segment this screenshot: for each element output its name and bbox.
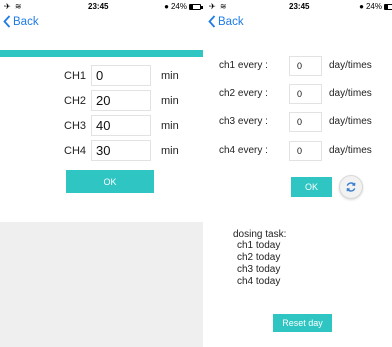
task-item: ch1 today bbox=[237, 240, 281, 251]
status-right: ● 24% bbox=[164, 2, 203, 11]
ch4-every-input[interactable] bbox=[289, 141, 322, 161]
chevron-left-icon bbox=[208, 15, 216, 28]
empty-panel bbox=[0, 222, 203, 347]
task-item: ch2 today bbox=[237, 252, 281, 263]
left-screen: ✈ ︎≋ 23:45 ● 24% Back CH1 min CH2 min CH… bbox=[0, 0, 203, 347]
schedule-label: ch2 every : bbox=[219, 88, 268, 99]
ch3-minutes-input[interactable] bbox=[91, 115, 151, 136]
back-button[interactable]: Back bbox=[3, 15, 39, 28]
channel-label: CH1 bbox=[64, 70, 87, 82]
unit-label: day/times bbox=[329, 88, 372, 99]
unit-label: day/times bbox=[329, 60, 372, 71]
dosing-task-title: dosing task: bbox=[233, 229, 287, 240]
channel-row-ch2: CH2 min bbox=[0, 90, 203, 112]
refresh-icon bbox=[346, 182, 356, 192]
back-label: Back bbox=[218, 15, 244, 28]
task-item: ch4 today bbox=[237, 276, 281, 287]
schedule-label: ch4 every : bbox=[219, 145, 268, 156]
status-time: 23:45 bbox=[88, 2, 109, 11]
schedule-label: ch1 every : bbox=[219, 60, 268, 71]
header-accent-bar bbox=[0, 50, 203, 57]
ch1-every-input[interactable] bbox=[289, 56, 322, 76]
battery-percent: 24% bbox=[170, 2, 187, 11]
unit-label: min bbox=[161, 70, 179, 82]
battery-icon bbox=[189, 3, 203, 10]
schedule-label: ch3 every : bbox=[219, 116, 268, 127]
channel-label: CH2 bbox=[64, 95, 87, 107]
chevron-left-icon bbox=[3, 15, 11, 28]
status-bar: ✈ ︎≋ 23:45 ● 24% bbox=[205, 0, 392, 14]
channel-row-ch3: CH3 min bbox=[0, 115, 203, 137]
battery-percent: 24% bbox=[365, 2, 382, 11]
battery-icon bbox=[384, 3, 392, 10]
unit-label: day/times bbox=[329, 116, 372, 127]
alarm-icon: ● bbox=[359, 2, 364, 11]
ch1-minutes-input[interactable] bbox=[91, 65, 151, 86]
refresh-button[interactable] bbox=[339, 175, 363, 199]
alarm-icon: ● bbox=[164, 2, 169, 11]
ok-button[interactable]: OK bbox=[291, 177, 332, 197]
reset-day-button[interactable]: Reset day bbox=[273, 314, 332, 332]
back-button[interactable]: Back bbox=[208, 15, 244, 28]
unit-label: min bbox=[161, 120, 179, 132]
ch3-every-input[interactable] bbox=[289, 112, 322, 132]
channel-row-ch1: CH1 min bbox=[0, 65, 203, 87]
nav-bar: Back bbox=[205, 14, 392, 34]
unit-label: min bbox=[161, 95, 179, 107]
channel-label: CH4 bbox=[64, 145, 87, 157]
status-bar: ✈ ︎≋ 23:45 ● 24% bbox=[0, 0, 203, 14]
channel-row-ch4: CH4 min bbox=[0, 140, 203, 162]
ch2-every-input[interactable] bbox=[289, 84, 322, 104]
ok-button[interactable]: OK bbox=[66, 170, 154, 193]
ch4-minutes-input[interactable] bbox=[91, 140, 151, 161]
airplane-wifi-icon: ✈ ︎≋ bbox=[4, 2, 23, 11]
schedule-row-ch4: ch4 every : day/times bbox=[205, 141, 392, 162]
status-time: 23:45 bbox=[289, 2, 310, 11]
ch2-minutes-input[interactable] bbox=[91, 90, 151, 111]
schedule-row-ch2: ch2 every : day/times bbox=[205, 84, 392, 105]
status-right: ● 24% bbox=[359, 2, 392, 11]
back-label: Back bbox=[13, 15, 39, 28]
schedule-row-ch1: ch1 every : day/times bbox=[205, 56, 392, 77]
airplane-wifi-icon: ✈ ︎≋ bbox=[209, 2, 228, 11]
unit-label: min bbox=[161, 145, 179, 157]
nav-bar: Back bbox=[0, 14, 203, 34]
right-screen: ✈ ︎≋ 23:45 ● 24% Back ch1 every : day/ti… bbox=[205, 0, 392, 347]
channel-label: CH3 bbox=[64, 120, 87, 132]
task-item: ch3 today bbox=[237, 264, 281, 275]
unit-label: day/times bbox=[329, 145, 372, 156]
schedule-row-ch3: ch3 every : day/times bbox=[205, 112, 392, 133]
